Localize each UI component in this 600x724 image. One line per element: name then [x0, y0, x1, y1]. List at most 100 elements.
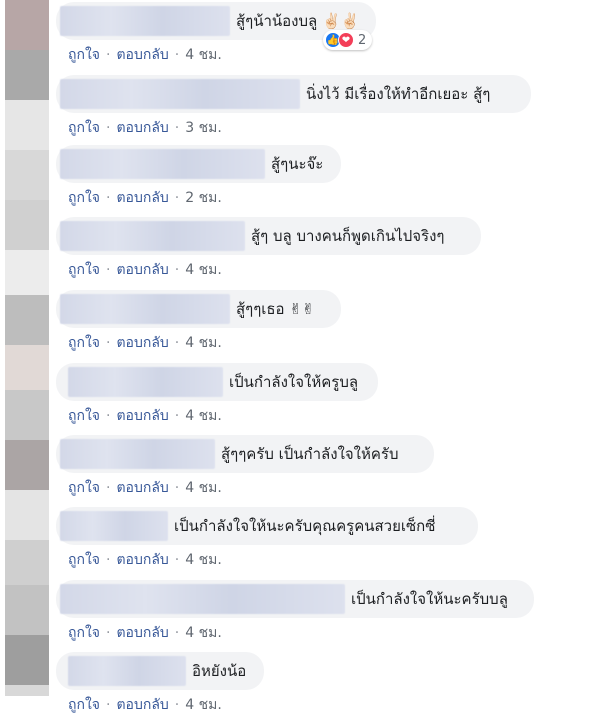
comment-time[interactable]: 2 ชม.: [185, 190, 222, 206]
avatar[interactable]: [5, 490, 49, 540]
reply-link[interactable]: ตอบกลับ: [116, 697, 168, 713]
like-link[interactable]: ถูกใจ: [68, 120, 100, 136]
like-link[interactable]: ถูกใจ: [68, 335, 100, 351]
comment-bubble: เป็นกำลังใจให้นะครับคุณครูคนสวยเซ็กซี่: [56, 507, 478, 545]
avatar-strip: [0, 0, 50, 696]
like-link[interactable]: ถูกใจ: [68, 552, 100, 568]
comment-time[interactable]: 4 ชม.: [185, 625, 222, 641]
avatar[interactable]: [5, 345, 49, 390]
reaction-count: 2: [358, 32, 367, 48]
reply-link[interactable]: ตอบกลับ: [116, 262, 168, 278]
comment: สู้ๆน้าน้องบลู ✌🏻✌🏻 👍 ❤ 2 ถูกใจ · ตอบกลับ ·…: [56, 2, 600, 74]
comment-text: อิหยังน้อ: [192, 662, 247, 680]
avatar[interactable]: [5, 0, 49, 50]
avatar[interactable]: [5, 390, 49, 440]
avatar[interactable]: [5, 50, 49, 100]
separator: ·: [174, 480, 180, 496]
commenter-name-blurred[interactable]: [60, 439, 215, 469]
avatar[interactable]: [5, 200, 49, 250]
like-link[interactable]: ถูกใจ: [68, 47, 100, 63]
comment-time[interactable]: 4 ชม.: [185, 480, 222, 496]
commenter-name-blurred[interactable]: [68, 367, 223, 397]
commenter-name-blurred[interactable]: [60, 511, 168, 541]
love-icon: ❤: [338, 32, 354, 48]
comment-bubble: สู้ๆๆครับ เป็นกำลังใจให้ครับ: [56, 435, 434, 473]
like-link[interactable]: ถูกใจ: [68, 262, 100, 278]
comment: สู้ๆ บลู บางคนก็พูดเกินไปจริงๆ ถูกใจ · ตอบ…: [56, 217, 600, 289]
comment-actions: ถูกใจ · ตอบกลับ · 4 ชม.: [68, 477, 222, 499]
comment: เป็นกำลังใจให้นะครับคุณครูคนสวยเซ็กซี่ ถ…: [56, 507, 600, 579]
separator: ·: [106, 120, 111, 136]
comment-time[interactable]: 4 ชม.: [185, 697, 222, 713]
separator: ·: [106, 262, 111, 278]
separator: ·: [174, 120, 180, 136]
avatar[interactable]: [5, 585, 49, 635]
comment: นิ่งไว้ มีเรื่องให้ทำอีกเยอะ สู้ๆ ถูกใจ ·…: [56, 75, 600, 147]
comment-bubble: สู้ๆ บลู บางคนก็พูดเกินไปจริงๆ: [56, 217, 481, 255]
avatar[interactable]: [5, 250, 49, 295]
commenter-name-blurred[interactable]: [60, 6, 230, 36]
comment-bubble: สู้ๆนะจ๊ะ: [56, 145, 341, 183]
separator: ·: [106, 697, 111, 713]
avatar[interactable]: [5, 685, 49, 696]
comment-text: สู้ๆๆเธอ ✌✌: [236, 300, 315, 318]
comment-actions: ถูกใจ · ตอบกลับ · 4 ชม.: [68, 622, 222, 644]
separator: ·: [106, 625, 111, 641]
commenter-name-blurred[interactable]: [60, 79, 300, 109]
reply-link[interactable]: ตอบกลับ: [116, 47, 168, 63]
like-link[interactable]: ถูกใจ: [68, 480, 100, 496]
separator: ·: [174, 552, 180, 568]
comment-time[interactable]: 4 ชม.: [185, 262, 222, 278]
comment-time[interactable]: 4 ชม.: [185, 335, 222, 351]
comment-actions: ถูกใจ · ตอบกลับ · 2 ชม.: [68, 187, 222, 209]
reply-link[interactable]: ตอบกลับ: [116, 120, 168, 136]
avatar[interactable]: [5, 295, 49, 345]
comment-actions: ถูกใจ · ตอบกลับ · 4 ชม.: [68, 259, 222, 281]
commenter-name-blurred[interactable]: [60, 221, 245, 251]
comment-bubble: นิ่งไว้ มีเรื่องให้ทำอีกเยอะ สู้ๆ: [56, 75, 531, 113]
avatar[interactable]: [5, 100, 49, 150]
comment-bubble: อิหยังน้อ: [56, 652, 264, 690]
comment: เป็นกำลังใจให้นะครับบลู ถูกใจ · ตอบกลับ · 4 …: [56, 580, 600, 652]
comment: สู้ๆๆเธอ ✌✌ ถูกใจ · ตอบกลับ · 4 ชม.: [56, 290, 600, 362]
comment: เป็นกำลังใจให้ครูบลู ถูกใจ · ตอบกลับ · 4 ชม.: [56, 363, 600, 435]
avatar[interactable]: [5, 540, 49, 585]
comment-text: นิ่งไว้ มีเรื่องให้ทำอีกเยอะ สู้ๆ: [306, 85, 491, 103]
like-link[interactable]: ถูกใจ: [68, 190, 100, 206]
like-link[interactable]: ถูกใจ: [68, 408, 100, 424]
commenter-name-blurred[interactable]: [60, 584, 345, 614]
avatar[interactable]: [5, 150, 49, 200]
reply-link[interactable]: ตอบกลับ: [116, 480, 168, 496]
comment-time[interactable]: 4 ชม.: [185, 408, 222, 424]
reply-link[interactable]: ตอบกลับ: [116, 625, 168, 641]
comment: อิหยังน้อ ถูกใจ · ตอบกลับ · 4 ชม.: [56, 652, 600, 724]
reply-link[interactable]: ตอบกลับ: [116, 552, 168, 568]
comment-time[interactable]: 4 ชม.: [185, 552, 222, 568]
separator: ·: [174, 697, 180, 713]
comment-actions: ถูกใจ · ตอบกลับ · 3 ชม.: [68, 117, 222, 139]
avatar[interactable]: [5, 635, 49, 685]
comment-text: สู้ๆนะจ๊ะ: [271, 155, 324, 173]
like-link[interactable]: ถูกใจ: [68, 625, 100, 641]
comment: สู้ๆๆครับ เป็นกำลังใจให้ครับ ถูกใจ · ตอบกล…: [56, 435, 600, 507]
comment-text: เป็นกำลังใจให้นะครับบลู: [351, 590, 508, 608]
commenter-name-blurred[interactable]: [60, 294, 230, 324]
commenter-name-blurred[interactable]: [60, 149, 265, 179]
comment-actions: ถูกใจ · ตอบกลับ · 4 ชม.: [68, 332, 222, 354]
comment-bubble: เป็นกำลังใจให้นะครับบลู: [56, 580, 534, 618]
separator: ·: [174, 625, 180, 641]
commenter-name-blurred[interactable]: [68, 656, 186, 686]
reaction-summary[interactable]: 👍 ❤ 2: [323, 30, 373, 50]
reply-link[interactable]: ตอบกลับ: [116, 190, 168, 206]
separator: ·: [174, 47, 180, 63]
separator: ·: [106, 552, 111, 568]
comment-time[interactable]: 3 ชม.: [185, 120, 222, 136]
like-link[interactable]: ถูกใจ: [68, 697, 100, 713]
avatar[interactable]: [5, 440, 49, 490]
comment-actions: ถูกใจ · ตอบกลับ · 4 ชม.: [68, 44, 222, 66]
reply-link[interactable]: ตอบกลับ: [116, 408, 168, 424]
comment-time[interactable]: 4 ชม.: [185, 47, 222, 63]
reply-link[interactable]: ตอบกลับ: [116, 335, 168, 351]
comment: สู้ๆนะจ๊ะ ถูกใจ · ตอบกลับ · 2 ชม.: [56, 145, 600, 217]
separator: ·: [106, 190, 111, 206]
